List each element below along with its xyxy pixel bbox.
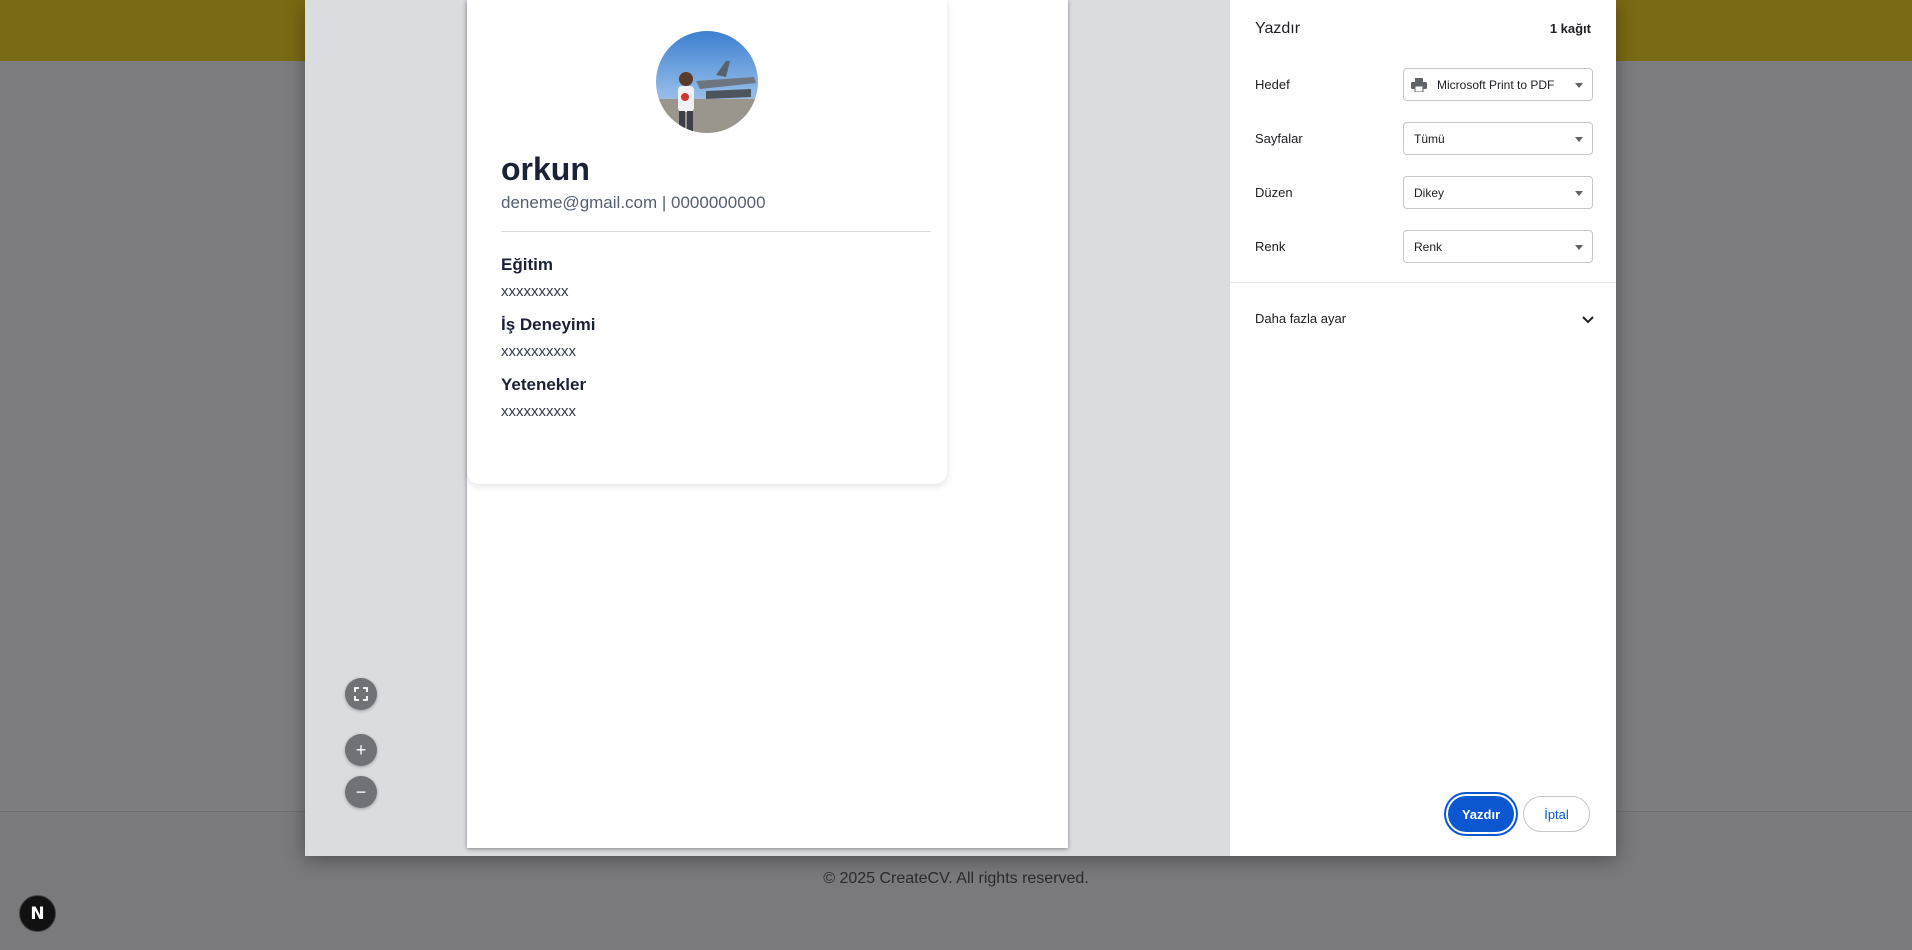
- cv-name: orkun: [501, 151, 590, 187]
- zoom-out-button[interactable]: −: [345, 776, 377, 808]
- destination-value: Microsoft Print to PDF: [1437, 78, 1555, 92]
- avatar-photo: [656, 31, 758, 133]
- section-title-experience: İş Deneyimi: [501, 315, 596, 334]
- layout-value: Dikey: [1414, 186, 1445, 200]
- cv-contact: deneme@gmail.com | 0000000000: [501, 193, 766, 212]
- more-settings-label: Daha fazla ayar: [1255, 311, 1347, 326]
- preview-page: orkun deneme@gmail.com | 0000000000 Eğit…: [467, 0, 1068, 848]
- dropdown-caret-icon: [1575, 245, 1583, 250]
- layout-select[interactable]: Dikey: [1403, 176, 1593, 209]
- print-preview-area: orkun deneme@gmail.com | 0000000000 Eğit…: [305, 0, 1230, 856]
- pages-label: Sayfalar: [1255, 131, 1303, 146]
- more-settings-toggle[interactable]: Daha fazla ayar: [1230, 300, 1616, 340]
- chevron-down-icon: [1582, 316, 1594, 324]
- footer-copyright: © 2025 CreateCV. All rights reserved.: [823, 870, 1089, 887]
- pages-value: Tümü: [1414, 132, 1445, 146]
- sheet-count: 1 kağıt: [1549, 21, 1591, 36]
- settings-divider: [1230, 282, 1616, 283]
- minus-icon: −: [355, 781, 367, 802]
- color-value: Renk: [1414, 240, 1443, 254]
- layout-label: Düzen: [1255, 185, 1293, 200]
- color-select[interactable]: Renk: [1403, 230, 1593, 263]
- print-settings-panel: Yazdır 1 kağıt Hedef Microsoft Print to …: [1230, 0, 1616, 856]
- print-dialog: orkun deneme@gmail.com | 0000000000 Eğit…: [305, 0, 1616, 856]
- section-text-skills: xxxxxxxxxx: [501, 403, 576, 420]
- zoom-in-button[interactable]: +: [345, 734, 377, 766]
- section-text-education: xxxxxxxxx: [501, 283, 569, 300]
- destination-label: Hedef: [1255, 77, 1290, 92]
- cv-card: orkun deneme@gmail.com | 0000000000 Eğit…: [467, 0, 947, 484]
- plus-icon: +: [355, 739, 367, 760]
- destination-select[interactable]: Microsoft Print to PDF: [1403, 68, 1593, 101]
- section-title-education: Eğitim: [501, 255, 553, 274]
- color-label: Renk: [1255, 239, 1286, 254]
- settings-title: Yazdır: [1255, 20, 1301, 37]
- section-title-skills: Yetenekler: [501, 375, 587, 394]
- print-button[interactable]: Yazdır: [1448, 796, 1514, 832]
- dropdown-caret-icon: [1575, 137, 1583, 142]
- fit-icon: [354, 687, 368, 701]
- cv-divider: [501, 231, 931, 232]
- cancel-button[interactable]: İptal: [1523, 796, 1590, 832]
- pages-select[interactable]: Tümü: [1403, 122, 1593, 155]
- dropdown-caret-icon: [1575, 83, 1583, 88]
- section-text-experience: xxxxxxxxxx: [501, 343, 576, 360]
- dropdown-caret-icon: [1575, 191, 1583, 196]
- avatar: [656, 31, 758, 133]
- fit-to-page-button[interactable]: [345, 678, 377, 710]
- next-dev-badge[interactable]: N: [19, 895, 56, 932]
- printer-icon: [1411, 78, 1427, 92]
